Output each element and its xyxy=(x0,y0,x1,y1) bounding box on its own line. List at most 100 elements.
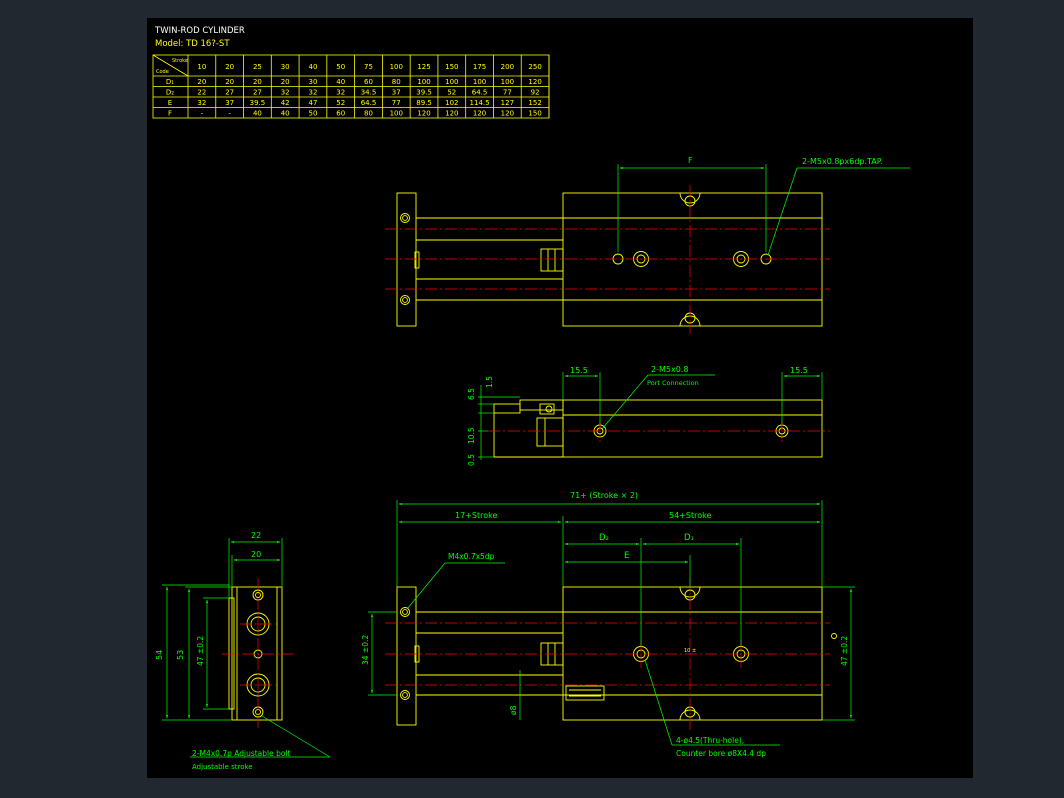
spec-stroke-header: 40 xyxy=(309,63,318,71)
front-view: 71+ (Stroke × 2) 17+Stroke 54+Stroke D₂ … xyxy=(361,491,855,758)
front-plate-hole-lower xyxy=(400,690,410,700)
spec-corner-code: Code xyxy=(156,69,169,75)
spec-cell: 40 xyxy=(281,110,290,118)
spec-cell: 100 xyxy=(473,78,486,86)
front-plate-hole-upper xyxy=(400,607,410,617)
spec-cell: 89.5 xyxy=(416,99,432,107)
spec-cell: - xyxy=(228,110,231,118)
spec-cell: 20 xyxy=(225,78,234,86)
end-bolt-note: 2-M4x0.7p Adjustable bolt xyxy=(192,749,291,758)
spec-cell: 32 xyxy=(281,89,290,97)
spec-stroke-header: 100 xyxy=(390,63,403,71)
front-marker-dot xyxy=(831,633,837,639)
spec-cell: 32 xyxy=(336,89,345,97)
cad-viewport[interactable]: TWIN-ROD CYLINDER Model: TD 16?-ST Strok… xyxy=(0,0,1064,798)
side-vdim-label: 1.5 xyxy=(485,376,494,388)
top-end-plate xyxy=(396,192,417,327)
end-flange xyxy=(228,597,235,710)
end-dim-20-label: 20 xyxy=(251,550,261,559)
drawing-sheet[interactable]: TWIN-ROD CYLINDER Model: TD 16?-ST Strok… xyxy=(147,18,973,778)
spec-cell: 100 xyxy=(417,78,430,86)
front-counterbore-note: Counter bore ø8X4.4 dp xyxy=(676,749,766,758)
spec-stroke-header: 175 xyxy=(473,63,486,71)
front-dim-e-label: E xyxy=(624,551,629,561)
front-dim-rod-label: ø8 xyxy=(509,705,518,715)
top-plate-hole-upper xyxy=(400,213,410,223)
spec-cell: 150 xyxy=(528,110,541,118)
spec-stroke-header: 250 xyxy=(528,63,541,71)
top-dim-f-label: F xyxy=(688,156,693,165)
top-tap-leader xyxy=(767,167,798,256)
front-center-mark: 10 ± xyxy=(684,648,696,654)
spec-cell: 60 xyxy=(336,110,345,118)
front-plate-tap-leader xyxy=(406,562,446,610)
side-piston-nut xyxy=(536,417,564,447)
end-dim-47-label: 47 ±0.2 xyxy=(196,636,205,666)
side-port-sub: Port Connection xyxy=(647,379,699,387)
spec-cell: 120 xyxy=(528,78,541,86)
spec-cell: 114.5 xyxy=(470,99,490,107)
spec-cell: 80 xyxy=(392,78,401,86)
side-vdim-label: 6.5 xyxy=(467,388,476,400)
spec-row-code: D₁ xyxy=(166,78,174,86)
front-dim-47-label: 47 ±0.2 xyxy=(840,636,849,666)
spec-cell: 77 xyxy=(392,99,401,107)
spec-cell: 120 xyxy=(501,110,514,118)
top-piston-nut xyxy=(540,248,564,272)
front-dim-right-label: 54+Stroke xyxy=(669,511,711,520)
end-body-outline xyxy=(231,586,283,721)
spec-cell: 52 xyxy=(336,99,345,107)
spec-row-code: D₂ xyxy=(166,89,174,97)
spec-cell: 50 xyxy=(309,110,318,118)
spec-stroke-header: 150 xyxy=(445,63,458,71)
spec-cell: 37 xyxy=(392,89,401,97)
top-plate-hole-lower xyxy=(400,295,410,305)
spec-cell: 20 xyxy=(197,78,206,86)
spec-cell: 152 xyxy=(528,99,541,107)
spec-cell: 92 xyxy=(531,89,540,97)
title-product: TWIN-ROD CYLINDER xyxy=(154,26,245,36)
front-dim-d1-label: D₁ xyxy=(684,533,694,543)
side-port-leader xyxy=(601,374,649,430)
side-dim-right-label: 15.5 xyxy=(790,366,808,375)
spec-cell: 64.5 xyxy=(472,89,488,97)
front-dim-d2-label: D₂ xyxy=(599,533,609,543)
spec-cell: - xyxy=(201,110,204,118)
top-cylinder-body xyxy=(562,192,823,327)
side-port-note: 2-M5x0.8 xyxy=(651,365,688,374)
spec-cell: 42 xyxy=(281,99,290,107)
front-thru-note: 4-ø4.5(Thru-hole), xyxy=(676,736,744,745)
title-block: TWIN-ROD CYLINDER Model: TD 16?-ST xyxy=(154,26,245,49)
spec-cell: 120 xyxy=(417,110,430,118)
spec-cell: 39.5 xyxy=(250,99,266,107)
spec-cell: 100 xyxy=(445,78,458,86)
title-model: Model: TD 16?-ST xyxy=(155,39,230,49)
spec-cell: 40 xyxy=(253,110,262,118)
spec-cell: 32 xyxy=(309,89,318,97)
end-dim-22-label: 22 xyxy=(251,531,261,540)
side-vdim-label: 0.5 xyxy=(467,454,476,466)
end-dim-54-label: 54 xyxy=(155,650,164,660)
spec-cell: 120 xyxy=(445,110,458,118)
spec-cell: 64.5 xyxy=(361,99,377,107)
side-dim-left-label: 15.5 xyxy=(570,366,588,375)
end-dim-53-label: 53 xyxy=(176,650,185,660)
spec-cell: 77 xyxy=(503,89,512,97)
spec-cell: 37 xyxy=(225,99,234,107)
front-dim-left-label: 17+Stroke xyxy=(455,511,497,520)
spec-row-code: E xyxy=(168,99,172,107)
side-view: 15.5 15.5 2-M5x0.8 Port Connection 1.5 6.… xyxy=(467,365,830,466)
spec-cell: 34.5 xyxy=(361,89,377,97)
spec-cell: 32 xyxy=(197,99,206,107)
spec-stroke-header: 200 xyxy=(501,63,514,71)
spec-stroke-header: 50 xyxy=(336,63,345,71)
spec-stroke-header: 30 xyxy=(281,63,290,71)
top-view: F 2-M5x0.8px6dp.TAP. xyxy=(385,156,910,334)
spec-table-text: Stroke Code 10 20 25 30 40 50 75 100 125 150 175 20… xyxy=(156,58,542,118)
side-rod-top xyxy=(519,399,564,411)
spec-corner-stroke: Stroke xyxy=(172,58,188,64)
front-name-plate xyxy=(565,685,605,701)
spec-cell: 60 xyxy=(364,78,373,86)
spec-row-code: F xyxy=(168,110,172,118)
spec-cell: 20 xyxy=(281,78,290,86)
